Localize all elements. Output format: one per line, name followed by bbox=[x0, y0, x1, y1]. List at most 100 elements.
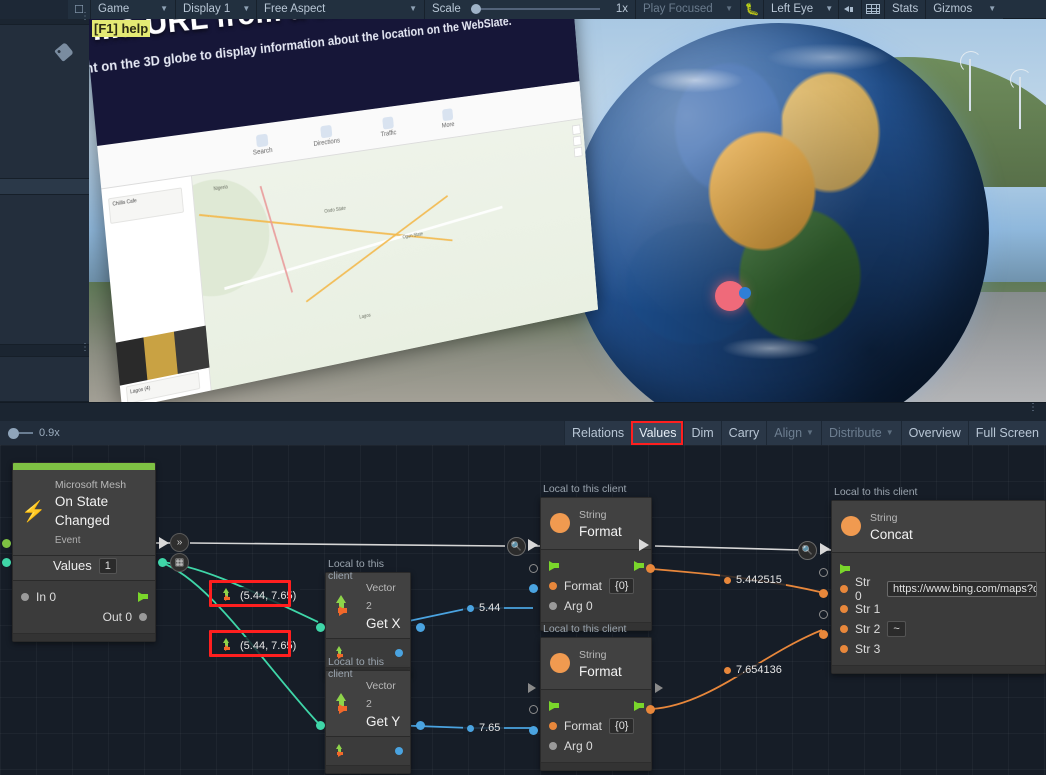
play-mode-dropdown[interactable]: Play Focused ▼ bbox=[636, 0, 740, 19]
relay-exec-button[interactable]: » bbox=[170, 533, 189, 552]
speaker-icon[interactable] bbox=[839, 0, 861, 19]
str0-row[interactable]: Str 0 https://www.bing.com/maps?cp bbox=[840, 575, 1037, 603]
string-out-socket[interactable] bbox=[646, 705, 655, 714]
scale-slider[interactable]: Scale 1x bbox=[425, 0, 635, 19]
values-button[interactable]: Values bbox=[631, 421, 684, 445]
overview-button[interactable]: Overview bbox=[900, 421, 968, 445]
left-panel-lower[interactable] bbox=[0, 357, 89, 402]
search-magnifier-icon[interactable]: 🔍 bbox=[507, 537, 526, 556]
number-out-socket[interactable] bbox=[416, 623, 425, 632]
search-magnifier-icon[interactable]: 🔍 bbox=[798, 541, 817, 560]
data-out-socket[interactable] bbox=[2, 558, 11, 567]
output-port-dot[interactable] bbox=[395, 747, 403, 756]
node-string-format-bottom[interactable]: Local to this client String Format Forma… bbox=[540, 623, 652, 771]
port-row-out[interactable]: Out 0 bbox=[21, 607, 147, 627]
exec-output-arrow-icon[interactable] bbox=[634, 560, 644, 571]
graph-zoom-slider[interactable] bbox=[8, 427, 19, 439]
str2-in-socket[interactable] bbox=[819, 610, 828, 619]
browser-tab[interactable]: Search bbox=[242, 131, 283, 157]
data-out-socket[interactable] bbox=[158, 558, 167, 567]
map-zoom-in-button[interactable] bbox=[571, 124, 581, 136]
gizmos-dropdown[interactable]: Gizmos ▼ bbox=[926, 0, 1004, 19]
arg-in-socket[interactable] bbox=[529, 726, 538, 735]
str2-value-field[interactable]: ~ bbox=[887, 620, 906, 637]
values-count-field[interactable]: 1 bbox=[98, 557, 117, 574]
map-result-card[interactable]: Chillis Cafe bbox=[108, 187, 185, 224]
scale-track[interactable] bbox=[470, 4, 600, 14]
align-dropdown[interactable]: Align ▼ bbox=[766, 421, 821, 445]
arg-in-socket[interactable] bbox=[529, 584, 538, 593]
number-out-socket[interactable] bbox=[416, 721, 425, 730]
node-string-format-top[interactable]: Local to this client String Format Forma… bbox=[540, 483, 652, 631]
str0-value-field[interactable]: https://www.bing.com/maps?cp bbox=[886, 580, 1037, 597]
str2-row[interactable]: Str 2 ~ bbox=[840, 619, 1037, 639]
panel-menu-icon[interactable]: ⋮ bbox=[80, 343, 90, 353]
format-value-field[interactable]: {0} bbox=[609, 577, 635, 594]
view-mode-dropdown[interactable]: Game ▼ bbox=[91, 0, 175, 19]
exec-input-arrow-icon[interactable] bbox=[549, 700, 559, 711]
browser-tab[interactable]: Traffic bbox=[369, 114, 407, 139]
str2-input-dot[interactable] bbox=[840, 624, 848, 633]
format-value-field[interactable]: {0} bbox=[609, 717, 635, 734]
exec-output-arrow-icon[interactable] bbox=[138, 591, 148, 602]
input-port-dot[interactable] bbox=[21, 592, 29, 601]
exec-row[interactable] bbox=[549, 556, 644, 576]
dim-button[interactable]: Dim bbox=[683, 421, 721, 445]
panel-splitter[interactable]: ⋮ bbox=[0, 402, 1046, 421]
map-zoom-controls[interactable] bbox=[571, 124, 583, 159]
exec-out-socket[interactable] bbox=[2, 539, 11, 548]
vector-in-socket[interactable] bbox=[316, 721, 325, 730]
carry-button[interactable]: Carry bbox=[720, 421, 767, 445]
panel-menu-icon[interactable]: ⋮ bbox=[1028, 403, 1038, 413]
exec-row[interactable] bbox=[549, 696, 644, 716]
aspect-dropdown[interactable]: Free Aspect ▼ bbox=[257, 0, 424, 19]
str0-input-dot[interactable] bbox=[840, 584, 848, 593]
map-locate-button[interactable] bbox=[573, 146, 583, 158]
game-view-viewport[interactable]: ...a URL from a 3D asset ...nt on the 3D… bbox=[89, 19, 1046, 402]
exec-input-arrow-icon[interactable] bbox=[840, 563, 850, 574]
str0-in-socket[interactable] bbox=[819, 568, 828, 577]
arg-input-dot[interactable] bbox=[549, 741, 557, 750]
arg-row[interactable]: Arg 0 bbox=[549, 736, 643, 756]
grid-icon[interactable] bbox=[862, 0, 884, 19]
node-vector2-get-y[interactable]: Local to this client Vector 2 Get Y bbox=[325, 656, 411, 775]
node-string-concat[interactable]: Local to this client String Concat Str 0… bbox=[831, 486, 1046, 674]
visual-script-graph-canvas[interactable]: ⚡ Microsoft Mesh On State Changed Event … bbox=[0, 445, 1046, 775]
output-port-dot[interactable] bbox=[139, 612, 147, 621]
format-input-dot[interactable] bbox=[549, 721, 557, 730]
eye-dropdown[interactable]: Left Eye ▼ bbox=[764, 0, 838, 19]
format-row[interactable]: Format {0} bbox=[549, 716, 643, 736]
relay-data-button[interactable]: ▦ bbox=[170, 553, 189, 572]
format-input-dot[interactable] bbox=[549, 581, 557, 590]
browser-tab[interactable]: More bbox=[429, 106, 465, 131]
left-panel-upper[interactable] bbox=[0, 25, 89, 179]
fullscreen-button[interactable]: Full Screen bbox=[967, 421, 1046, 445]
format-in-socket[interactable] bbox=[529, 564, 538, 573]
str3-in-socket[interactable] bbox=[819, 630, 828, 639]
arg-row[interactable]: Arg 0 bbox=[549, 596, 643, 616]
stats-button[interactable]: Stats bbox=[885, 0, 926, 19]
left-panel-selected-row[interactable] bbox=[0, 179, 89, 195]
str3-input-dot[interactable] bbox=[840, 644, 848, 653]
map-zoom-out-button[interactable] bbox=[572, 135, 582, 147]
browser-tab[interactable]: Directions bbox=[306, 123, 345, 149]
vector-in-socket[interactable] bbox=[316, 623, 325, 632]
str1-row[interactable]: Str 1 bbox=[840, 599, 1037, 619]
node-on-state-changed[interactable]: ⚡ Microsoft Mesh On State Changed Event … bbox=[12, 462, 156, 642]
string-out-socket[interactable] bbox=[646, 564, 655, 573]
exec-input-arrow-icon[interactable] bbox=[549, 560, 559, 571]
distribute-dropdown[interactable]: Distribute ▼ bbox=[820, 421, 901, 445]
relations-button[interactable]: Relations bbox=[564, 421, 632, 445]
scale-knob[interactable] bbox=[470, 4, 481, 14]
map-sidebar[interactable]: Chillis Cafe Lagos (4) bbox=[101, 176, 212, 402]
str3-row[interactable]: Str 3 bbox=[840, 639, 1037, 659]
vector-input-icon[interactable] bbox=[333, 743, 348, 759]
port-row-in[interactable]: In 0 bbox=[21, 587, 148, 607]
exec-output-arrow-icon[interactable] bbox=[634, 700, 644, 711]
bug-icon[interactable]: 🐛 bbox=[741, 0, 763, 19]
str1-input-dot[interactable] bbox=[840, 604, 848, 613]
display-dropdown[interactable]: Display 1 ▼ bbox=[176, 0, 256, 19]
panel-menu-icon[interactable]: ⋮ bbox=[80, 12, 90, 22]
port-row[interactable] bbox=[333, 741, 403, 761]
arg-input-dot[interactable] bbox=[549, 601, 557, 610]
